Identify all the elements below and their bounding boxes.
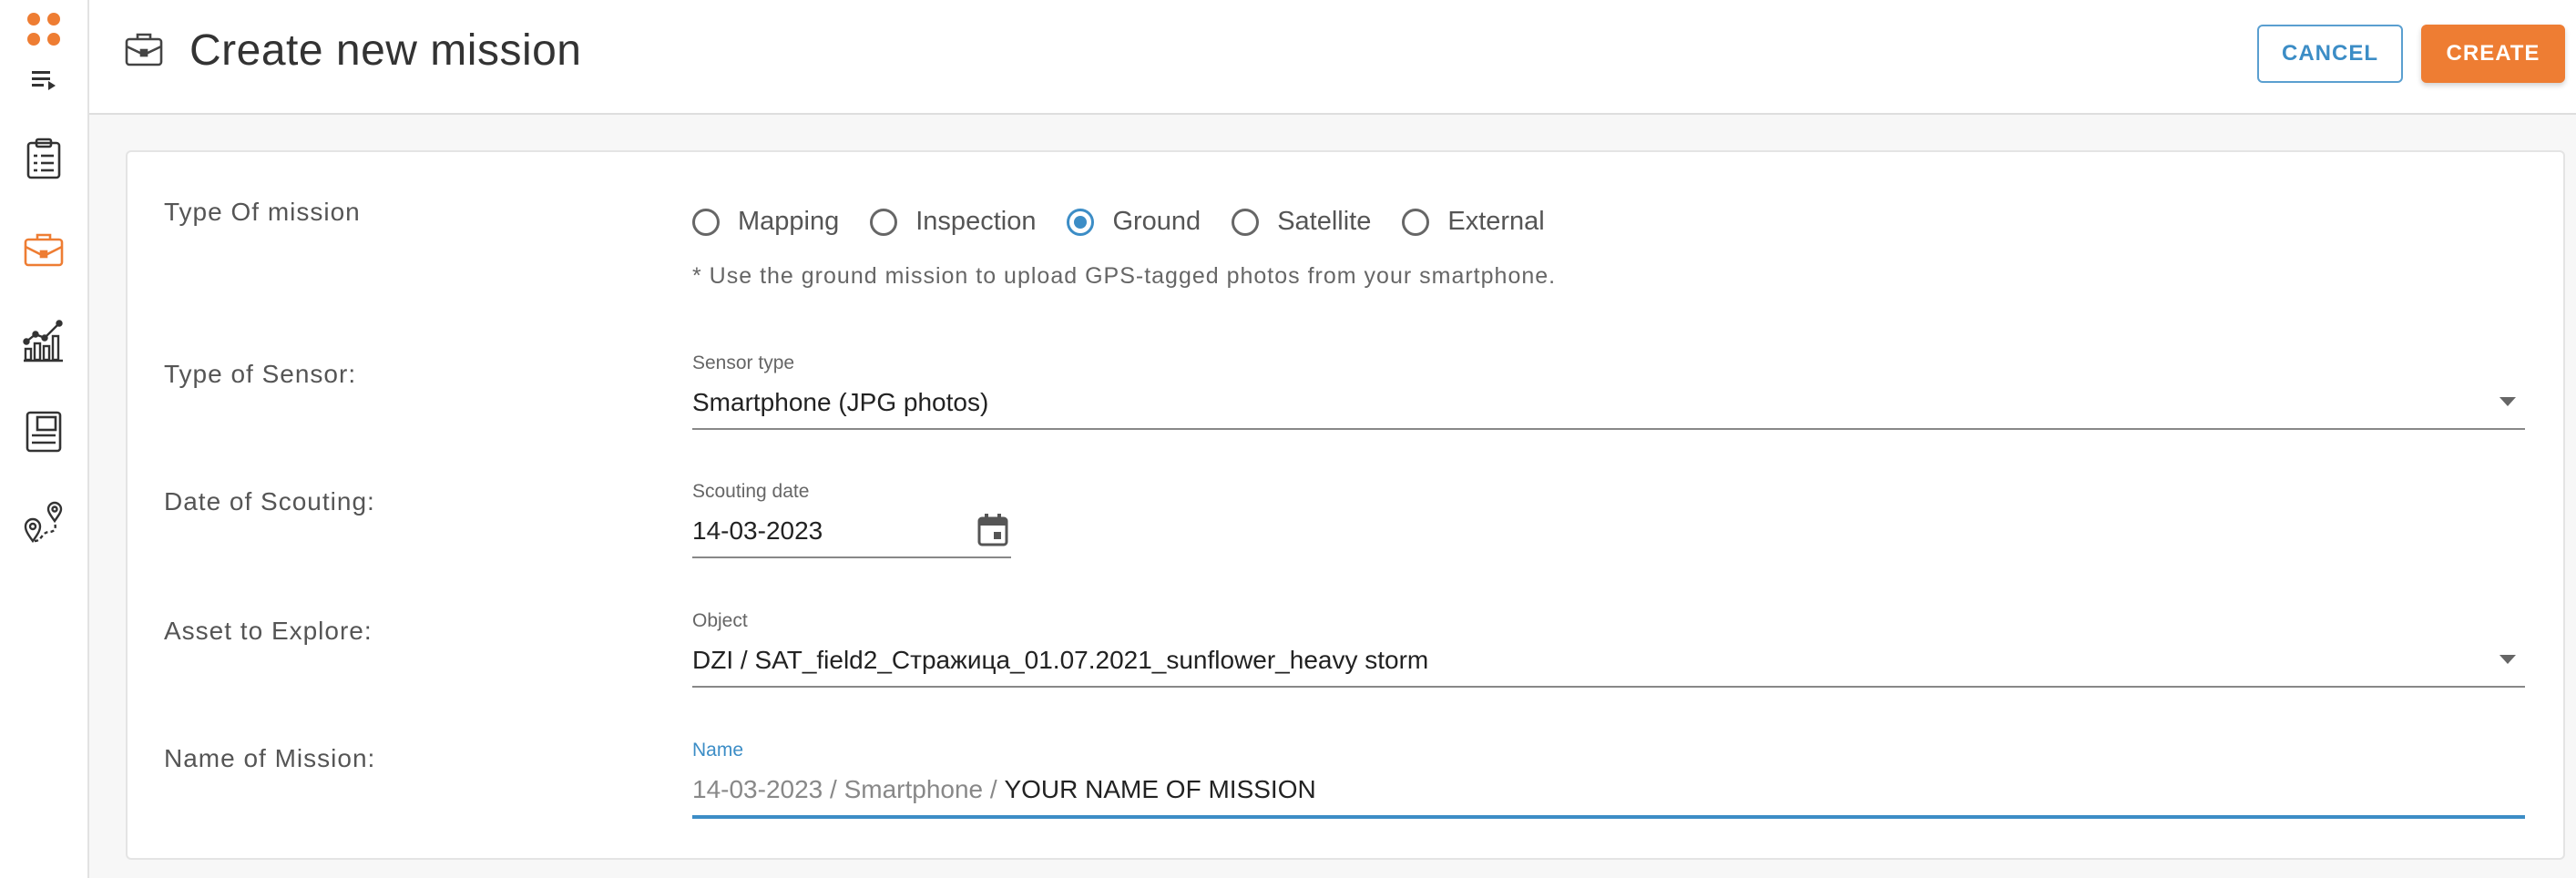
mission-type-hint: * Use the ground mission to upload GPS-t… (692, 263, 1557, 289)
route-map-icon[interactable] (0, 497, 87, 548)
sensor-type-label: Type of Sensor: (164, 360, 357, 388)
mission-name-prefix: 14-03-2023 / Smartphone / (692, 775, 1005, 803)
sidebar (0, 0, 89, 878)
radio-button[interactable] (692, 208, 720, 236)
mission-name-value[interactable]: YOUR NAME OF MISSION (1004, 775, 1315, 804)
mission-type-radio-group: Mapping Inspection Ground Satellite Exte… (692, 207, 1576, 237)
mission-name-field[interactable]: Name 14-03-2023 / Smartphone / YOUR NAME… (692, 737, 2525, 819)
radio-external[interactable]: External (1402, 207, 1545, 237)
scouting-date-field-label: Scouting date (692, 481, 810, 502)
clipboard-icon[interactable] (0, 133, 87, 184)
scouting-date-label: Date of Scouting: (164, 487, 375, 516)
sensor-type-control[interactable]: Smartphone (JPG photos) (692, 377, 2525, 430)
cancel-button[interactable]: CANCEL (2257, 25, 2403, 83)
radio-mapping[interactable]: Mapping (692, 207, 839, 237)
calendar-icon[interactable] (976, 513, 1009, 552)
mission-name-input[interactable]: 14-03-2023 / Smartphone / YOUR NAME OF M… (692, 764, 2525, 819)
chevron-down-icon[interactable] (2499, 397, 2516, 406)
storage-icon[interactable] (0, 406, 87, 457)
create-button[interactable]: CREATE (2421, 25, 2565, 83)
page-header: Create new mission CANCEL CREATE (89, 0, 2576, 115)
radio-label: Inspection (915, 207, 1037, 236)
asset-field-label: Object (692, 610, 748, 631)
mission-name-field-label: Name (692, 740, 744, 761)
analytics-chart-icon[interactable] (0, 315, 87, 366)
radio-button[interactable] (1232, 208, 1260, 236)
page-title: Create new mission (189, 26, 582, 75)
radio-label: External (1447, 207, 1545, 236)
scouting-date-field[interactable]: Scouting date 14-03-2023 (692, 478, 1011, 558)
radio-inspection[interactable]: Inspection (870, 207, 1036, 237)
radio-ground[interactable]: Ground (1067, 207, 1201, 237)
radio-button[interactable] (870, 208, 898, 236)
radio-satellite[interactable]: Satellite (1232, 207, 1371, 237)
radio-label: Satellite (1277, 207, 1372, 236)
scouting-date-control[interactable]: 14-03-2023 (692, 505, 1011, 558)
apps-grid-icon[interactable] (0, 7, 87, 53)
mission-form-card: Type Of mission Mapping Inspection Groun… (126, 150, 2565, 860)
asset-label: Asset to Explore: (164, 617, 373, 645)
asset-value: DZI / SAT_field2_Стражица_01.07.2021_sun… (692, 646, 1429, 674)
menu-list-icon[interactable] (0, 64, 87, 97)
radio-button[interactable] (1402, 208, 1430, 236)
sensor-type-select[interactable]: Sensor type Smartphone (JPG photos) (692, 350, 2525, 430)
radio-button-selected[interactable] (1067, 208, 1095, 236)
sensor-type-field-label: Sensor type (692, 352, 795, 373)
sensor-type-value: Smartphone (JPG photos) (692, 388, 989, 416)
radio-label: Ground (1112, 207, 1201, 236)
radio-label: Mapping (738, 207, 840, 236)
asset-select[interactable]: Object DZI / SAT_field2_Стражица_01.07.2… (692, 607, 2525, 688)
briefcase-icon (124, 31, 164, 72)
mission-type-label: Type Of mission (164, 198, 361, 226)
scouting-date-value: 14-03-2023 (692, 516, 823, 545)
briefcase-icon[interactable] (0, 226, 87, 273)
asset-control[interactable]: DZI / SAT_field2_Стражица_01.07.2021_sun… (692, 635, 2525, 688)
chevron-down-icon[interactable] (2499, 655, 2516, 664)
mission-name-label: Name of Mission: (164, 744, 376, 772)
